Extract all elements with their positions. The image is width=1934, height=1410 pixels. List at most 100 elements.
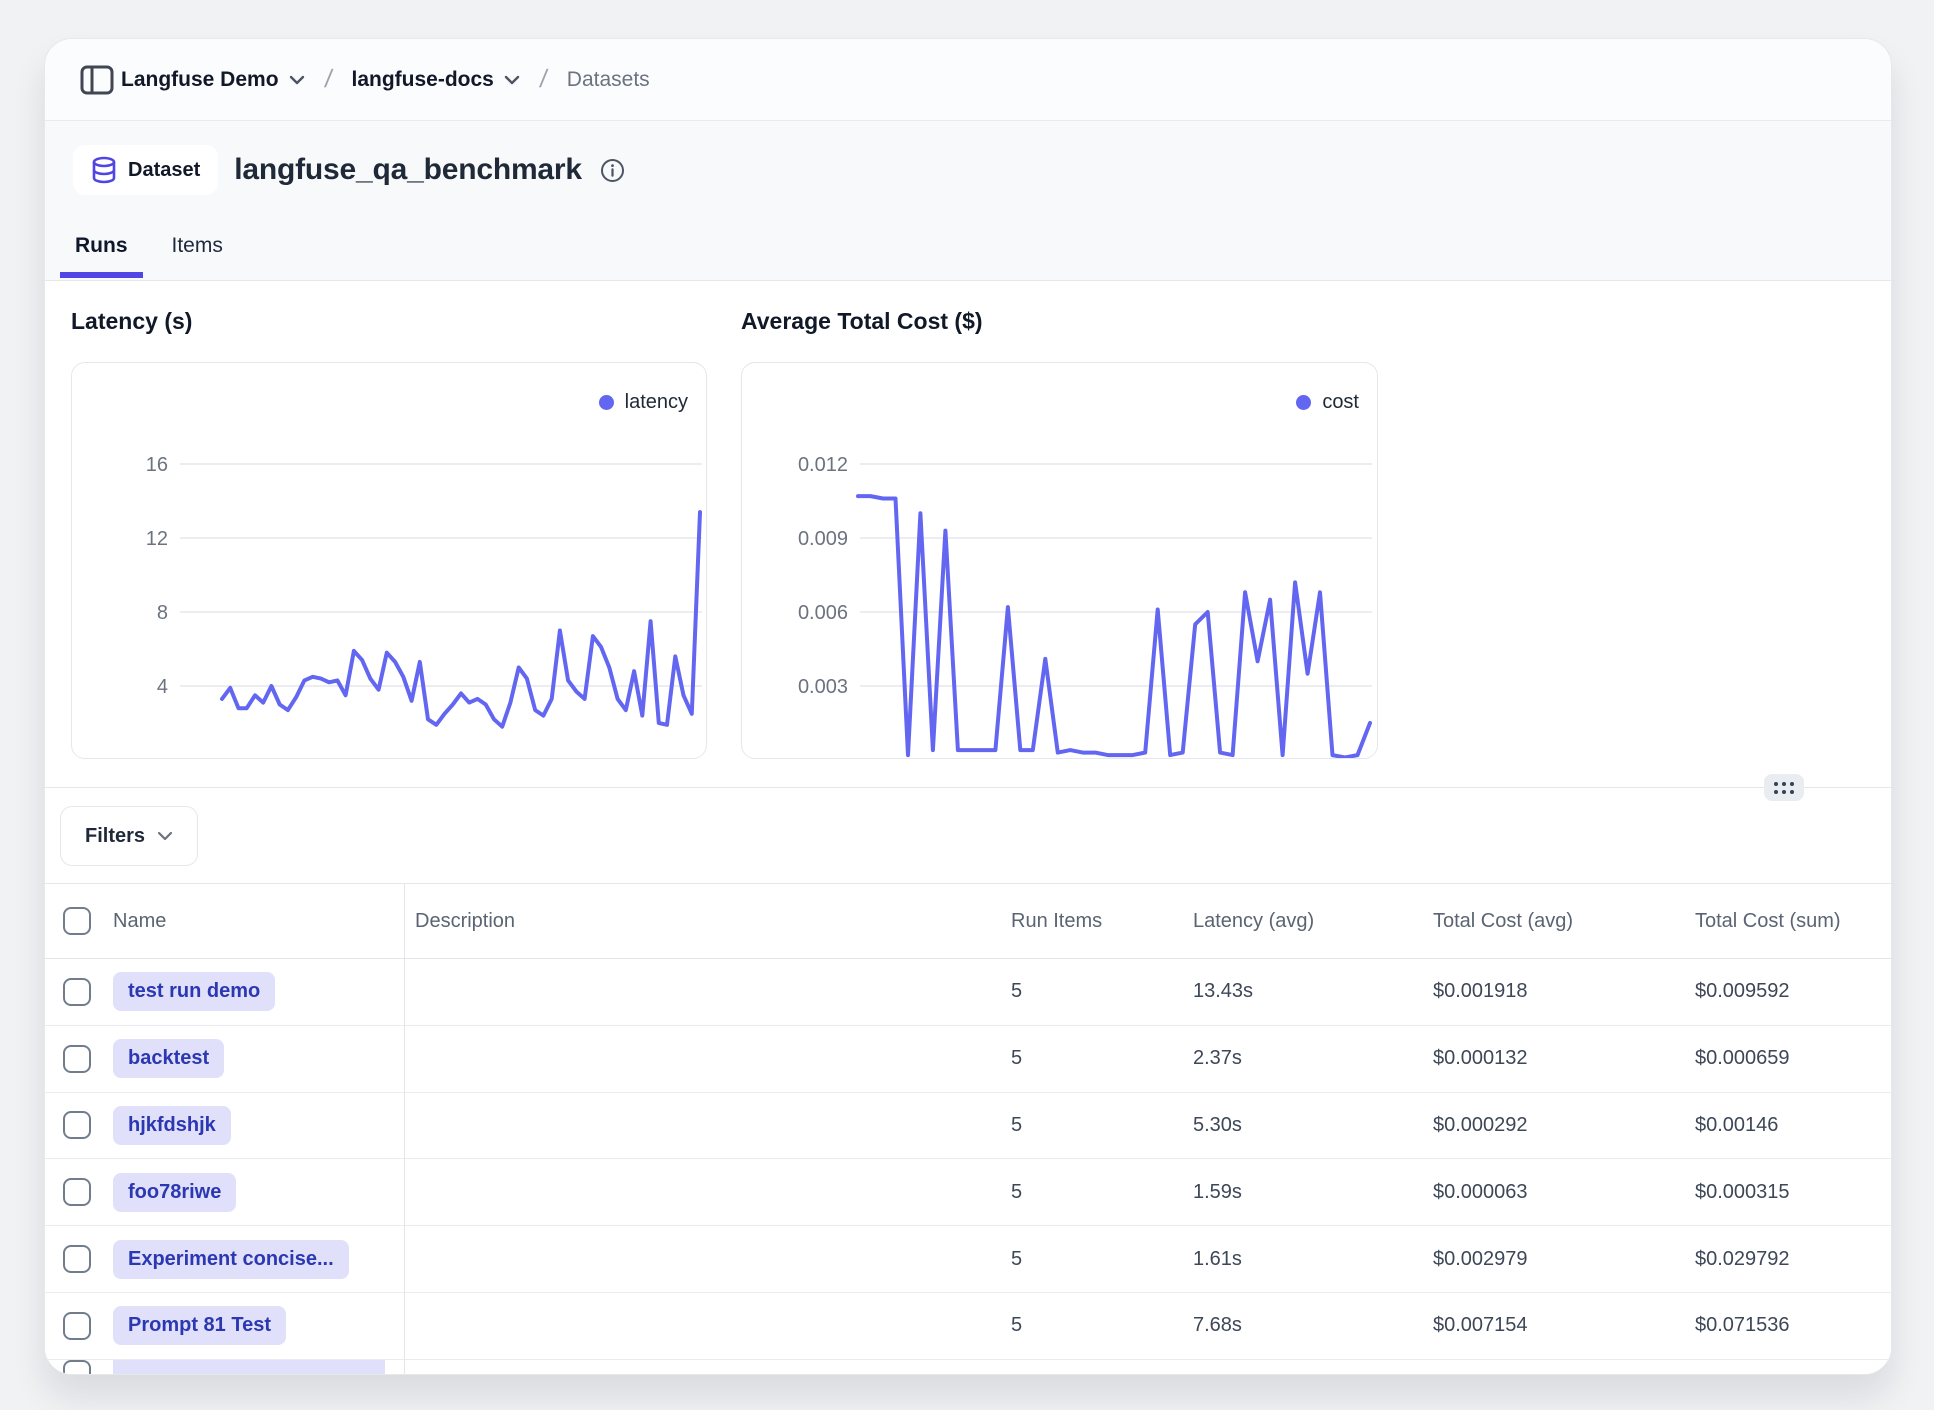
- cost-chart-title: Average Total Cost ($): [741, 308, 983, 335]
- latency-chart-title: Latency (s): [71, 308, 192, 335]
- run-name-pill[interactable]: test run demo: [113, 972, 275, 1011]
- chevron-down-icon: [504, 75, 520, 85]
- cost-chart: 0.012 0.009 0.006 0.003 cost: [741, 362, 1378, 759]
- run-items-value: 5: [1011, 1047, 1193, 1070]
- column-header-description[interactable]: Description: [405, 910, 1011, 933]
- total-cost-sum-value: $0.029792: [1695, 1248, 1892, 1271]
- drag-dots-icon: [1774, 782, 1778, 786]
- latency-avg-value: 1.61s: [1193, 1248, 1433, 1271]
- breadcrumb-separator: /: [538, 65, 549, 94]
- row-checkbox[interactable]: [63, 978, 91, 1006]
- database-icon: [91, 156, 117, 184]
- breadcrumb-project-label: Langfuse Demo: [121, 68, 279, 92]
- column-header-total-cost-avg[interactable]: Total Cost (avg): [1433, 910, 1695, 933]
- total-cost-avg-value: $0.000292: [1433, 1114, 1695, 1137]
- svg-text:0.009: 0.009: [798, 528, 848, 550]
- tab-bar: Runs Items: [73, 234, 225, 280]
- latency-chart-legend: latency: [599, 391, 688, 414]
- svg-text:4: 4: [157, 676, 168, 698]
- column-header-run-items[interactable]: Run Items: [1011, 910, 1193, 933]
- info-button[interactable]: [600, 158, 625, 183]
- total-cost-avg-value: $0.001918: [1433, 980, 1695, 1003]
- dataset-title-row: Dataset langfuse_qa_benchmark: [73, 145, 625, 195]
- column-header-name[interactable]: Name: [95, 884, 405, 958]
- total-cost-sum-value: $0.000315: [1695, 1181, 1892, 1204]
- chevron-down-icon: [289, 75, 305, 85]
- latency-avg-value: 2.37s: [1193, 1047, 1433, 1070]
- row-checkbox[interactable]: [63, 1360, 91, 1375]
- total-cost-sum-value: $0.000659: [1695, 1047, 1892, 1070]
- svg-text:0.012: 0.012: [798, 454, 848, 476]
- legend-label: cost: [1322, 391, 1359, 414]
- run-name-pill[interactable]: foo78riwe: [113, 1173, 236, 1212]
- breadcrumb-environment[interactable]: langfuse-docs: [351, 68, 519, 92]
- table-row: Experiment concise... 5 1.61s $0.002979 …: [45, 1226, 1891, 1293]
- table-body: test run demo 5 13.43s $0.001918 $0.0095…: [45, 959, 1891, 1375]
- table-row: Prompt 81 Test 5 7.68s $0.007154 $0.0715…: [45, 1293, 1891, 1360]
- svg-text:0.003: 0.003: [798, 676, 848, 698]
- app-window: Langfuse Demo / langfuse-docs / Datasets…: [44, 38, 1892, 1375]
- latency-avg-value: 1.59s: [1193, 1181, 1433, 1204]
- info-icon: [600, 158, 625, 183]
- total-cost-avg-value: $0.000132: [1433, 1047, 1695, 1070]
- column-header-latency-avg[interactable]: Latency (avg): [1193, 910, 1433, 933]
- table-row: foo78riwe 5 1.59s $0.000063 $0.000315: [45, 1159, 1891, 1226]
- page-title: langfuse_qa_benchmark: [234, 153, 582, 187]
- cost-chart-canvas: 0.012 0.009 0.006 0.003: [742, 363, 1378, 759]
- svg-text:8: 8: [157, 602, 168, 624]
- column-header-total-cost-sum[interactable]: Total Cost (sum): [1695, 910, 1892, 933]
- dataset-badge: Dataset: [73, 145, 218, 195]
- chevron-down-icon: [157, 831, 173, 841]
- breadcrumb-project[interactable]: Langfuse Demo: [121, 68, 305, 92]
- svg-text:16: 16: [146, 454, 168, 476]
- run-name-pill[interactable]: hjkfdshjk: [113, 1106, 231, 1145]
- filters-button[interactable]: Filters: [60, 806, 198, 866]
- table-row: backtest 5 2.37s $0.000132 $0.000659: [45, 1026, 1891, 1093]
- legend-label: latency: [625, 391, 688, 414]
- row-checkbox[interactable]: [63, 1312, 91, 1340]
- row-checkbox[interactable]: [63, 1111, 91, 1139]
- legend-dot-icon: [1296, 395, 1311, 410]
- main-content: Latency (s) Average Total Cost ($) 16 12 8…: [45, 281, 1891, 1375]
- latency-avg-value: 7.68s: [1193, 1314, 1433, 1337]
- svg-text:0.006: 0.006: [798, 602, 848, 624]
- table-row: test run demo 5 13.43s $0.001918 $0.0095…: [45, 959, 1891, 1026]
- tab-runs[interactable]: Runs: [73, 234, 130, 280]
- table-row-partial: [45, 1360, 1891, 1375]
- sidebar-toggle-button[interactable]: [73, 56, 121, 104]
- run-items-value: 5: [1011, 1248, 1193, 1271]
- latency-avg-value: 5.30s: [1193, 1114, 1433, 1137]
- total-cost-sum-value: $0.00146: [1695, 1114, 1892, 1137]
- select-all-checkbox[interactable]: [63, 907, 91, 935]
- run-items-value: 5: [1011, 980, 1193, 1003]
- section-divider: [45, 787, 1891, 788]
- breadcrumb-separator: /: [322, 65, 333, 94]
- total-cost-avg-value: $0.002979: [1433, 1248, 1695, 1271]
- row-checkbox[interactable]: [63, 1045, 91, 1073]
- svg-text:12: 12: [146, 528, 168, 550]
- latency-avg-value: 13.43s: [1193, 980, 1433, 1003]
- row-checkbox[interactable]: [63, 1245, 91, 1273]
- run-name-pill[interactable]: backtest: [113, 1039, 224, 1078]
- run-items-value: 5: [1011, 1181, 1193, 1204]
- total-cost-avg-value: $0.007154: [1433, 1314, 1695, 1337]
- runs-table: Name Description Run Items Latency (avg)…: [45, 883, 1891, 1375]
- breadcrumb-section: Datasets: [567, 68, 650, 92]
- row-checkbox[interactable]: [63, 1178, 91, 1206]
- cost-chart-legend: cost: [1296, 391, 1359, 414]
- latency-chart-canvas: 16 12 8 4: [72, 363, 707, 759]
- run-name-pill[interactable]: Prompt 81 Test: [113, 1306, 286, 1345]
- total-cost-sum-value: $0.009592: [1695, 980, 1892, 1003]
- run-name-pill[interactable]: [113, 1360, 385, 1375]
- table-row: hjkfdshjk 5 5.30s $0.000292 $0.00146: [45, 1093, 1891, 1160]
- total-cost-sum-value: $0.071536: [1695, 1314, 1892, 1337]
- resize-handle[interactable]: [1764, 774, 1804, 801]
- breadcrumb-environment-label: langfuse-docs: [351, 68, 493, 92]
- run-items-value: 5: [1011, 1314, 1193, 1337]
- panel-left-icon: [79, 64, 115, 96]
- filters-button-label: Filters: [85, 825, 145, 848]
- table-header-row: Name Description Run Items Latency (avg)…: [45, 883, 1891, 959]
- tab-items[interactable]: Items: [170, 234, 225, 280]
- run-name-pill[interactable]: Experiment concise...: [113, 1240, 349, 1279]
- legend-dot-icon: [599, 395, 614, 410]
